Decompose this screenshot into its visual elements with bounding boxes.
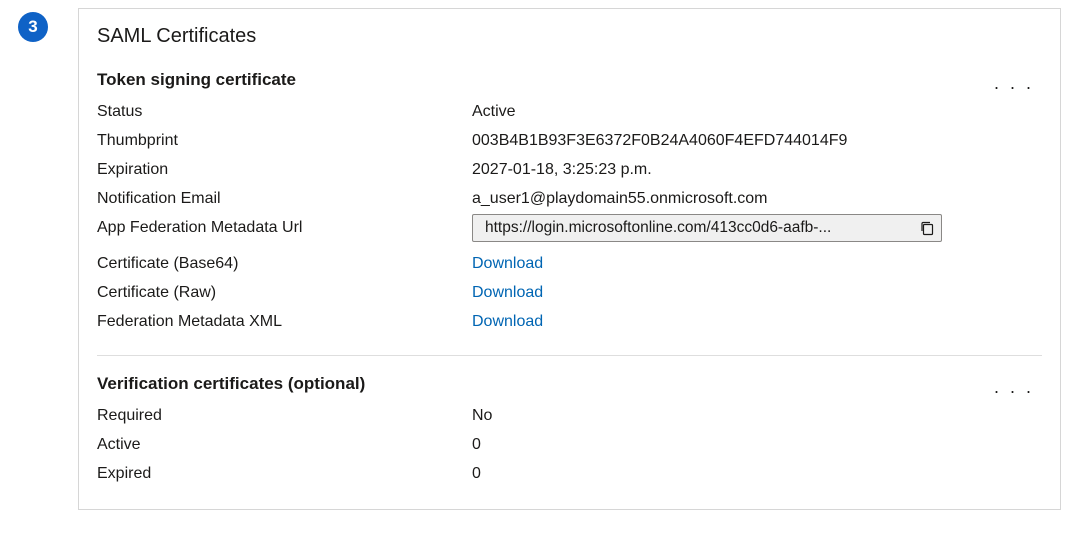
- download-raw-link[interactable]: Download: [472, 284, 543, 301]
- verification-heading: Verification certificates (optional): [97, 374, 1042, 394]
- thumbprint-value: 003B4B1B93F3E6372F0B24A4060F4EFD744014F9: [472, 132, 1042, 150]
- step-number: 3: [28, 17, 37, 37]
- metadata-url-field[interactable]: https://login.microsoftonline.com/413cc0…: [472, 214, 942, 242]
- expiration-row: Expiration 2027-01-18, 3:25:23 p.m.: [97, 156, 1042, 183]
- status-value: Active: [472, 103, 1042, 121]
- download-fedxml-link[interactable]: Download: [472, 313, 543, 330]
- copy-icon: [919, 220, 935, 236]
- active-label: Active: [97, 436, 472, 454]
- certificate-raw-row: Certificate (Raw) Download: [97, 279, 1042, 306]
- verification-certificates-section: . . . Verification certificates (optiona…: [97, 374, 1042, 487]
- status-row: Status Active: [97, 98, 1042, 125]
- token-signing-section: . . . Token signing certificate Status A…: [97, 70, 1042, 335]
- token-signing-heading: Token signing certificate: [97, 70, 1042, 90]
- status-label: Status: [97, 103, 472, 121]
- thumbprint-label: Thumbprint: [97, 132, 472, 150]
- section-divider: [97, 355, 1042, 356]
- metadata-url-label: App Federation Metadata Url: [97, 219, 472, 237]
- ellipsis-icon: . . .: [994, 377, 1034, 397]
- notification-email-value: a_user1@playdomain55.onmicrosoft.com: [472, 190, 1042, 208]
- certificate-base64-label: Certificate (Base64): [97, 255, 472, 273]
- active-row: Active 0: [97, 431, 1042, 458]
- certificate-base64-row: Certificate (Base64) Download: [97, 250, 1042, 277]
- metadata-url-row: App Federation Metadata Url https://logi…: [97, 214, 1042, 242]
- required-label: Required: [97, 407, 472, 425]
- ellipsis-icon: . . .: [994, 73, 1034, 93]
- metadata-url-text: https://login.microsoftonline.com/413cc0…: [485, 219, 909, 237]
- federation-metadata-xml-row: Federation Metadata XML Download: [97, 308, 1042, 335]
- expired-row: Expired 0: [97, 460, 1042, 487]
- certificate-raw-label: Certificate (Raw): [97, 284, 472, 302]
- card-title: SAML Certificates: [97, 25, 1042, 48]
- required-value: No: [472, 407, 1042, 425]
- token-signing-more-button[interactable]: . . .: [990, 70, 1038, 96]
- notification-email-label: Notification Email: [97, 190, 472, 208]
- saml-certificates-card: SAML Certificates . . . Token signing ce…: [78, 8, 1061, 510]
- step-badge: 3: [18, 12, 48, 42]
- required-row: Required No: [97, 402, 1042, 429]
- active-value: 0: [472, 436, 1042, 454]
- verification-more-button[interactable]: . . .: [990, 374, 1038, 400]
- federation-metadata-xml-label: Federation Metadata XML: [97, 313, 472, 331]
- expired-value: 0: [472, 465, 1042, 483]
- expiration-value: 2027-01-18, 3:25:23 p.m.: [472, 161, 1042, 179]
- download-base64-link[interactable]: Download: [472, 255, 543, 272]
- expired-label: Expired: [97, 465, 472, 483]
- expiration-label: Expiration: [97, 161, 472, 179]
- notification-email-row: Notification Email a_user1@playdomain55.…: [97, 185, 1042, 212]
- thumbprint-row: Thumbprint 003B4B1B93F3E6372F0B24A4060F4…: [97, 127, 1042, 154]
- copy-url-button[interactable]: [919, 220, 935, 236]
